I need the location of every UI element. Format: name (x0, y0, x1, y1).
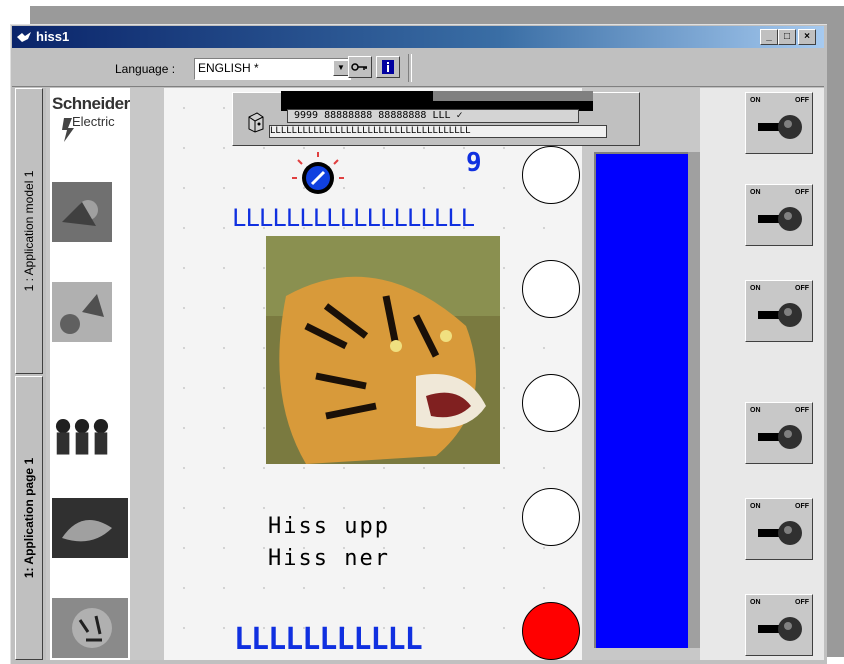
toggle-on-label: ON (750, 599, 761, 606)
toggle-switch-1[interactable]: ON OFF (745, 92, 813, 154)
level-bar[interactable] (594, 152, 688, 648)
language-value: ENGLISH * (198, 61, 259, 75)
indicator-1[interactable] (522, 146, 580, 204)
window-shadow-right (826, 6, 844, 657)
tab-application-page-label: 1: Application page 1 (22, 457, 36, 579)
toggle-on-label: ON (750, 285, 761, 292)
toggle-on-label: ON (750, 503, 761, 510)
toggle-switch-6[interactable]: ON OFF (745, 594, 813, 656)
info-button[interactable] (376, 56, 400, 78)
digit-display-widget[interactable]: 9999 88888888 88888888 LLL ✓ (287, 109, 579, 123)
level-bar-scale (688, 152, 700, 648)
image-library-strip (50, 88, 130, 660)
language-dropdown[interactable]: ENGLISH * ▼ (194, 58, 351, 80)
toggle-switch-2[interactable]: ON OFF (745, 184, 813, 246)
logo-line1: Schneider (52, 94, 130, 113)
indicator-4[interactable] (522, 488, 580, 546)
app-icon (17, 32, 31, 42)
printer-icon[interactable] (247, 111, 265, 133)
butterfly-gray-image[interactable] (52, 282, 112, 342)
parrot-gray-image[interactable] (52, 182, 112, 242)
toggle-lever-icon (758, 303, 802, 327)
info-icon (382, 60, 394, 74)
text-hiss-upp: Hiss upp (268, 514, 390, 539)
toggle-off-label: OFF (795, 285, 809, 292)
toggle-off-label: OFF (795, 97, 809, 104)
minimize-button[interactable]: _ (760, 29, 778, 45)
toggle-lever-icon (758, 207, 802, 231)
monkeys-gray-image[interactable] (52, 404, 112, 464)
label-row-top: LLLLLLLLLLLLLLLLLL (232, 204, 475, 232)
toggle-on-label: ON (750, 189, 761, 196)
toggle-off-label: OFF (795, 407, 809, 414)
tab-application-model-label: 1 : Application model 1 (22, 170, 36, 292)
maximize-button[interactable]: □ (778, 29, 796, 45)
language-label: Language : (115, 62, 176, 76)
toggle-lever-icon (758, 115, 802, 139)
dropdown-arrow-icon[interactable]: ▼ (333, 60, 349, 76)
toggle-off-label: OFF (795, 189, 809, 196)
switch-panel (700, 88, 824, 660)
close-icon: × (804, 31, 810, 42)
toggle-on-label: ON (750, 407, 761, 414)
window-shadow-top (30, 6, 844, 24)
tab-application-page[interactable]: 1: Application page 1 (15, 376, 43, 660)
key-icon (351, 63, 367, 71)
chameleon-gray-image[interactable] (52, 498, 128, 558)
number-display: 9 (466, 148, 482, 178)
maximize-icon: □ (783, 31, 791, 42)
tiger-gray-image[interactable] (52, 598, 128, 658)
close-button[interactable]: × (798, 29, 816, 45)
toggle-lever-icon (758, 617, 802, 641)
indicator-3[interactable] (522, 374, 580, 432)
minimize-icon: _ (766, 31, 772, 42)
toggle-switch-3[interactable]: ON OFF (745, 280, 813, 342)
key-button[interactable] (348, 56, 372, 78)
tiger-image[interactable] (266, 236, 500, 464)
toggle-on-label: ON (750, 97, 761, 104)
title-bar[interactable]: hiss1 _ □ × (12, 26, 824, 48)
knob-icon[interactable] (290, 150, 346, 200)
schneider-logo: Schneider Electric (52, 94, 130, 152)
toggle-lever-icon (758, 425, 802, 449)
toolbar-separator (408, 54, 412, 82)
indicator-5-active[interactable] (522, 602, 580, 660)
logo-mark-icon (62, 118, 74, 142)
label-row-bottom: LLLLLLLLLLL (234, 622, 423, 657)
toggle-lever-icon (758, 521, 802, 545)
toggle-switch-4[interactable]: ON OFF (745, 402, 813, 464)
toolbar: Language : ENGLISH * ▼ (12, 50, 824, 87)
bargraph-fill (433, 91, 593, 101)
toggle-switch-5[interactable]: ON OFF (745, 498, 813, 560)
tab-application-model[interactable]: 1 : Application model 1 (15, 88, 43, 374)
floating-widget-panel[interactable]: 9999 88888888 88888888 LLL ✓ LLLLLLLLLLL… (232, 91, 640, 146)
window-title: hiss1 (36, 29, 70, 44)
label-strip-widget[interactable]: LLLLLLLLLLLLLLLLLLLLLLLLLLLLLLLLLLLLL (269, 125, 607, 138)
toggle-off-label: OFF (795, 503, 809, 510)
text-hiss-ner: Hiss ner (268, 546, 390, 571)
toggle-off-label: OFF (795, 599, 809, 606)
indicator-2[interactable] (522, 260, 580, 318)
